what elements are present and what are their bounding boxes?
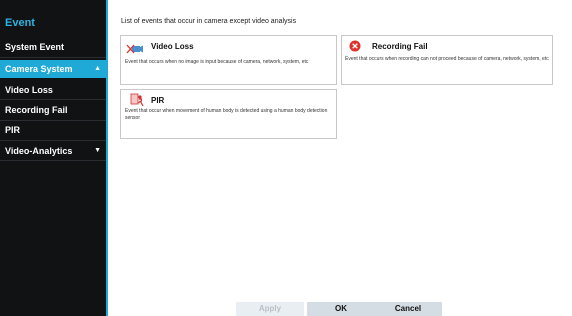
divider: [0, 57, 106, 58]
sidebar-item-camera-system[interactable]: Camera System ▲: [0, 60, 106, 78]
sidebar-item-video-analytics[interactable]: Video-Analytics ▼: [0, 142, 106, 160]
sidebar-item-video-loss[interactable]: Video Loss: [0, 81, 106, 99]
sidebar-item-label: PIR: [5, 125, 21, 135]
card-description: Event that occur when movement of human …: [125, 108, 328, 121]
sidebar-item-label: Video-Analytics: [5, 146, 73, 156]
event-card-recording-fail[interactable]: Recording Fail Event that occurs when re…: [341, 35, 553, 85]
sidebar-item-label: System Event: [5, 42, 65, 52]
chevron-up-icon: ▲: [94, 65, 101, 72]
sidebar-item-pir[interactable]: PIR: [0, 121, 106, 139]
card-title: Recording Fail: [372, 42, 428, 51]
event-card-video-loss[interactable]: Video Loss Event that occurs when no ima…: [120, 35, 337, 85]
card-title: PIR: [151, 96, 165, 105]
sidebar-item-recording-fail[interactable]: Recording Fail: [0, 101, 106, 119]
chevron-down-icon: ▼: [94, 147, 101, 154]
recording-fail-icon: [349, 39, 361, 57]
divider: [0, 99, 106, 100]
sidebar-item-label: Recording Fail: [5, 105, 68, 115]
video-loss-icon: [126, 41, 144, 59]
card-title: Video Loss: [151, 42, 194, 51]
apply-button[interactable]: Apply: [236, 302, 304, 316]
page-description: List of events that occur in camera exce…: [121, 18, 297, 25]
divider: [0, 160, 106, 161]
sidebar-title: Event: [5, 17, 35, 29]
sidebar-item-label: Video Loss: [5, 85, 53, 95]
sidebar-accent-line: [106, 0, 108, 316]
event-card-pir[interactable]: PIR Event that occur when movement of hu…: [120, 89, 337, 139]
sidebar-item-label: Camera System: [5, 64, 73, 74]
cancel-button[interactable]: Cancel: [374, 302, 442, 316]
sidebar-item-system-event[interactable]: System Event: [0, 38, 106, 56]
divider: [0, 140, 106, 141]
card-description: Event that occurs when recording can not…: [345, 56, 549, 62]
sidebar: Event System Event Camera System ▲ Video…: [0, 0, 108, 316]
card-description: Event that occurs when no image is input…: [125, 59, 309, 65]
ok-button[interactable]: OK: [307, 302, 375, 316]
